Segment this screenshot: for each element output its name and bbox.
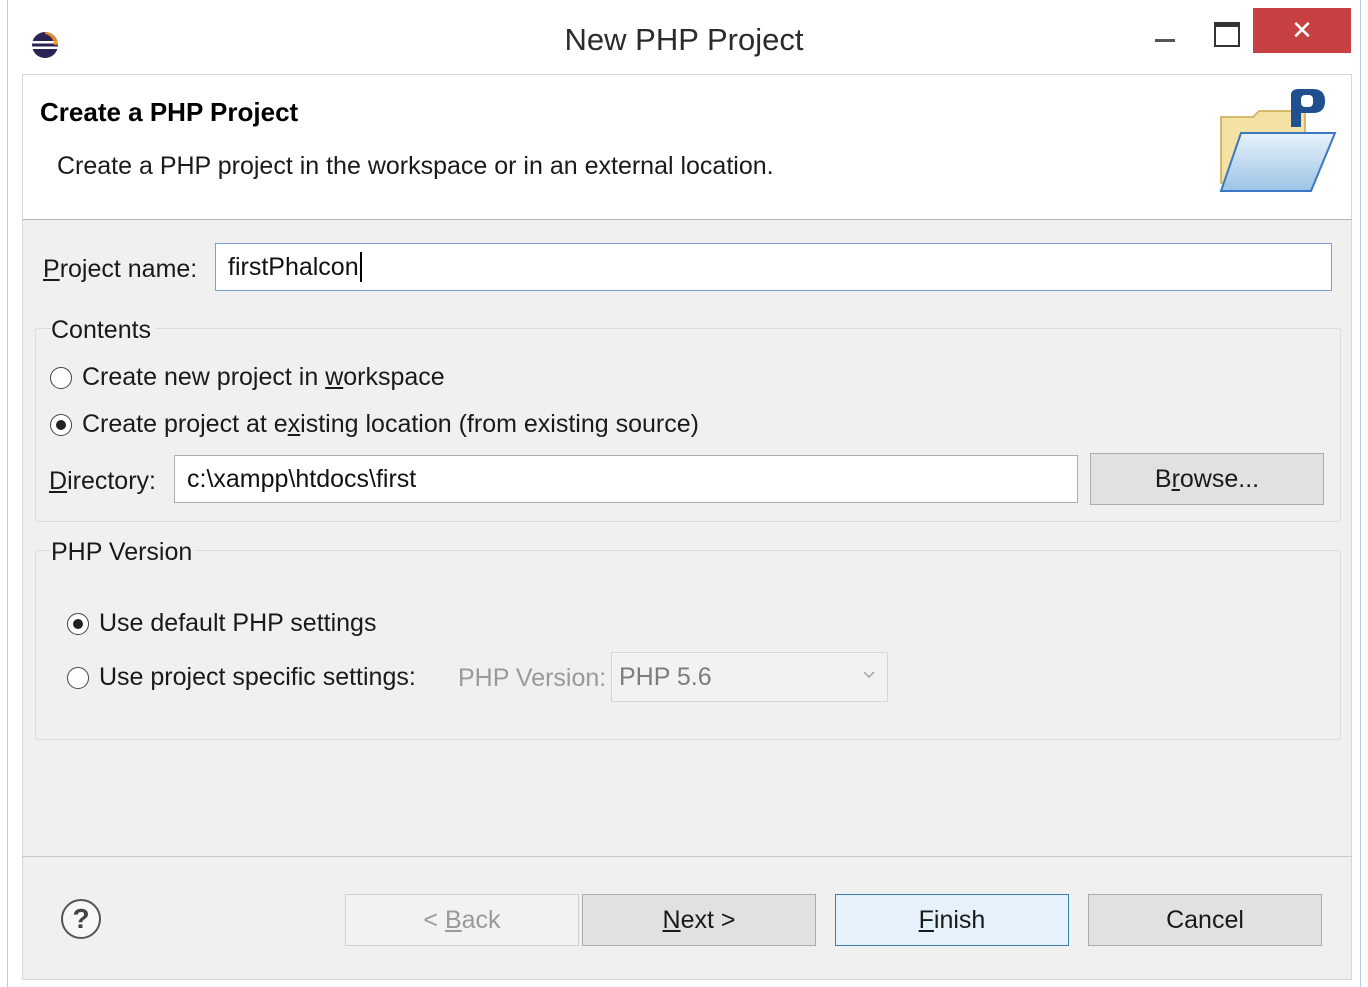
window-frame-right	[1360, 0, 1361, 987]
directory-label: Directory:	[49, 467, 156, 495]
php-version-label: PHP Version:	[458, 664, 607, 692]
back-label: < Back	[423, 905, 501, 934]
next-button[interactable]: Next >	[582, 894, 816, 946]
project-name-value: firstPhalcon	[228, 252, 359, 281]
directory-input[interactable]: c:\xampp\htdocs\first	[174, 455, 1078, 503]
wizard-content: Project name: firstPhalcon Contents Crea…	[22, 220, 1352, 856]
maximize-button[interactable]	[1210, 18, 1240, 47]
project-name-input[interactable]: firstPhalcon	[215, 243, 1332, 291]
contents-group-title: Contents	[51, 316, 156, 345]
text-caret	[359, 252, 362, 282]
cancel-button[interactable]: Cancel	[1088, 894, 1322, 946]
php-version-select[interactable]: PHP 5.6	[611, 652, 888, 702]
radio-label: Use default PHP settings	[99, 609, 377, 637]
window-frame-left	[7, 0, 8, 987]
close-icon: ✕	[1291, 15, 1313, 45]
directory-value: c:\xampp\htdocs\first	[187, 464, 417, 493]
radio-label: Create new project in workspace	[82, 363, 445, 391]
radio-label: Use project specific settings:	[99, 663, 416, 691]
radio-use-default-php-settings[interactable]: Use default PHP settings	[67, 609, 376, 638]
finish-button[interactable]: Finish	[835, 894, 1069, 946]
php-folder-icon	[1219, 89, 1337, 192]
back-button[interactable]: < Back	[345, 894, 579, 946]
php-version-value: PHP 5.6	[619, 662, 712, 691]
browse-label: Browse...	[1154, 464, 1260, 493]
radio-checked-icon	[67, 612, 89, 635]
dialog-window: New PHP Project ✕ Create a PHP Project C…	[0, 0, 1368, 987]
radio-create-at-existing-location[interactable]: Create project at existing location (fro…	[50, 410, 699, 439]
chevron-down-icon	[863, 671, 875, 679]
finish-label: Finish	[918, 905, 986, 934]
next-label: Next >	[662, 905, 736, 934]
radio-unchecked-icon	[50, 366, 72, 389]
wizard-header: Create a PHP Project Create a PHP projec…	[22, 74, 1352, 220]
minimize-button[interactable]	[1150, 22, 1180, 52]
radio-unchecked-icon	[67, 666, 89, 689]
help-icon[interactable]: ?	[61, 899, 101, 939]
wizard-description: Create a PHP project in the workspace or…	[57, 152, 774, 180]
wizard-button-bar: ? < Back Next > Finish Cancel	[22, 856, 1352, 980]
project-name-label: Project name:	[43, 255, 198, 283]
php-version-group	[35, 550, 1341, 740]
radio-use-project-specific-settings[interactable]: Use project specific settings:	[67, 663, 416, 692]
radio-label: Create project at existing location (fro…	[82, 410, 699, 438]
php-version-group-title: PHP Version	[51, 538, 197, 567]
radio-checked-icon	[50, 413, 72, 436]
wizard-title: Create a PHP Project	[40, 97, 299, 127]
browse-button[interactable]: Browse...	[1090, 453, 1324, 505]
radio-create-in-workspace[interactable]: Create new project in workspace	[50, 363, 445, 392]
close-button[interactable]: ✕	[1253, 8, 1351, 53]
